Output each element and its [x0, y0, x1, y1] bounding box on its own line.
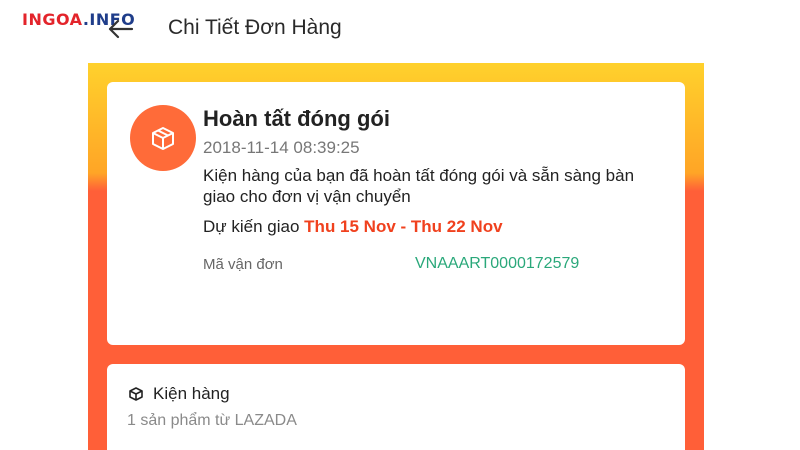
package-title: Kiện hàng	[153, 384, 230, 403]
package-box-icon	[152, 127, 174, 150]
logo-text-part1: INGOA	[22, 10, 83, 29]
tracking-label: Mã vận đơn	[203, 256, 283, 273]
status-icon-circle	[130, 105, 196, 171]
estimated-delivery: Dự kiến giao Thu 15 Nov - Thu 22 Nov	[203, 217, 503, 237]
package-icon	[129, 387, 143, 401]
delivery-range: Thu 15 Nov - Thu 22 Nov	[304, 217, 503, 236]
status-card: Hoàn tất đóng gói 2018-11-14 08:39:25 Ki…	[107, 82, 685, 345]
status-description: Kiện hàng của bạn đã hoàn tất đóng gói v…	[203, 166, 635, 206]
delivery-label: Dự kiến giao	[203, 217, 300, 236]
back-arrow-icon	[108, 19, 134, 39]
status-title: Hoàn tất đóng gói	[203, 106, 390, 131]
package-card[interactable]: Kiện hàng 1 sản phẩm từ LAZADA	[107, 364, 685, 450]
back-button[interactable]	[104, 16, 136, 42]
package-subtitle: 1 sản phẩm từ LAZADA	[127, 412, 297, 429]
status-timestamp: 2018-11-14 08:39:25	[203, 138, 360, 157]
page-title: Chi Tiết Đơn Hàng	[168, 16, 342, 39]
tracking-code-link[interactable]: VNAAART0000172579	[415, 255, 579, 273]
